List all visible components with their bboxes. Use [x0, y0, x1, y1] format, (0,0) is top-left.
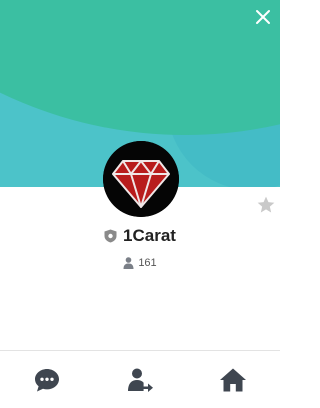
favorite-button[interactable] — [256, 195, 276, 215]
star-icon — [257, 196, 275, 213]
action-bar — [0, 350, 280, 408]
home-icon — [220, 368, 247, 391]
profile-name-row: 1Carat — [0, 225, 280, 247]
followers-row: 161 — [0, 255, 280, 271]
close-icon — [256, 10, 270, 24]
profile-card: 1Carat 161 — [0, 0, 280, 408]
person-icon — [123, 257, 134, 269]
share-contact-button[interactable] — [110, 360, 170, 400]
profile-name: 1Carat — [123, 226, 176, 245]
chat-button[interactable] — [17, 360, 77, 400]
avatar — [103, 141, 179, 217]
verified-shield-icon — [104, 229, 117, 243]
chat-bubble-icon — [34, 368, 59, 391]
followers-count: 161 — [138, 257, 157, 269]
red-diamond-logo-icon — [103, 141, 179, 217]
close-button[interactable] — [252, 6, 274, 28]
share-contact-icon — [127, 368, 153, 392]
home-button[interactable] — [203, 360, 263, 400]
